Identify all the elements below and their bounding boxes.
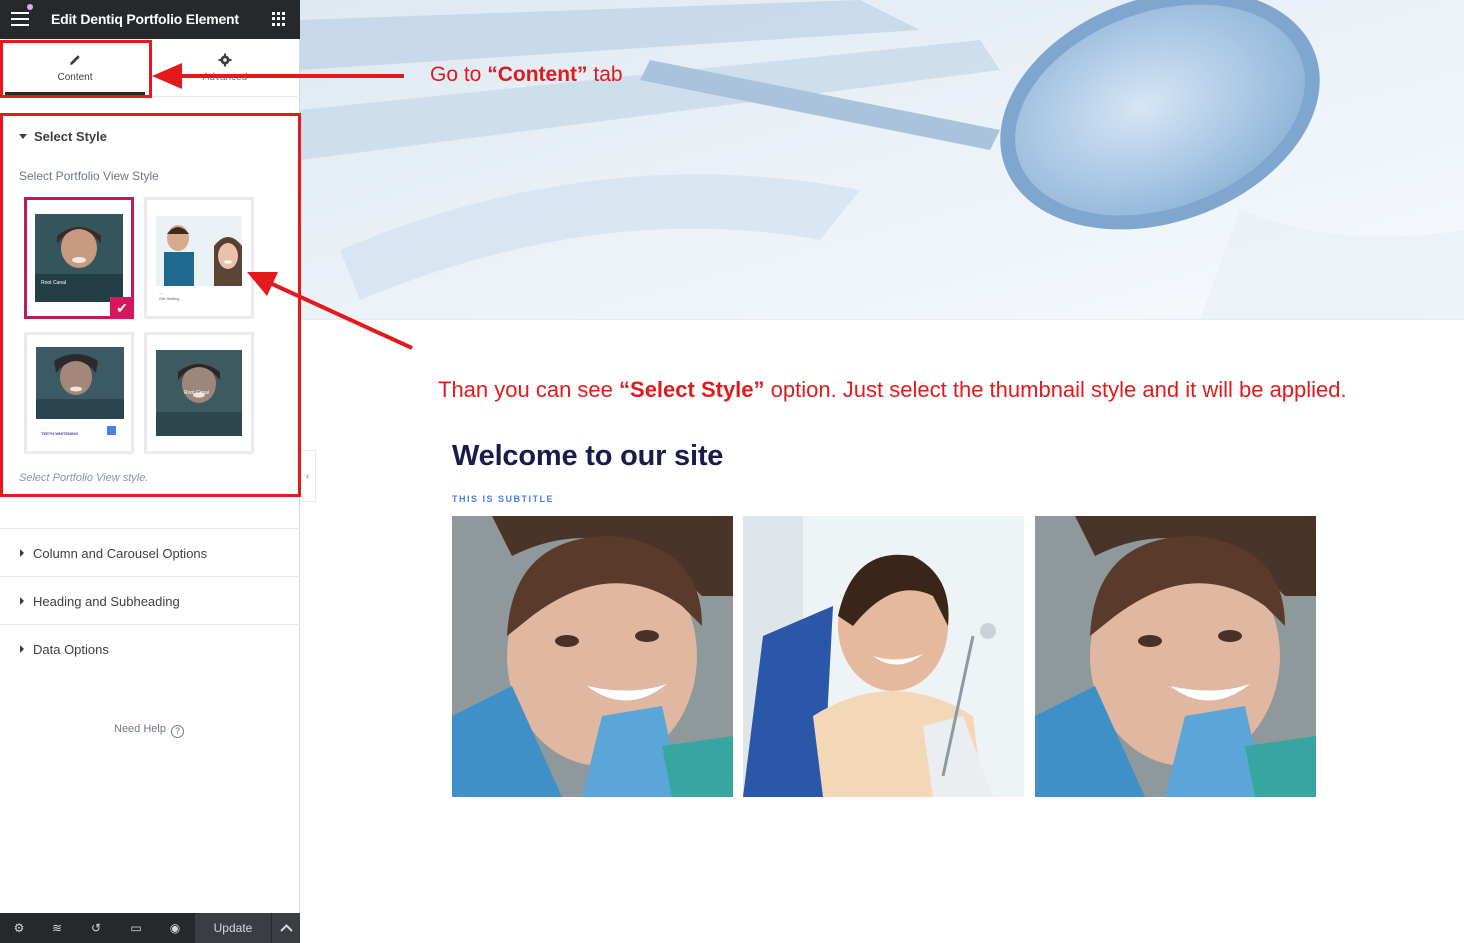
screen: Edit Dentiq Portfolio Element Content Se…: [0, 0, 1464, 943]
arrow-to-select-style: [247, 272, 413, 350]
arrow-to-content-tab: [152, 63, 404, 89]
annotation-arrows: [152, 63, 413, 350]
